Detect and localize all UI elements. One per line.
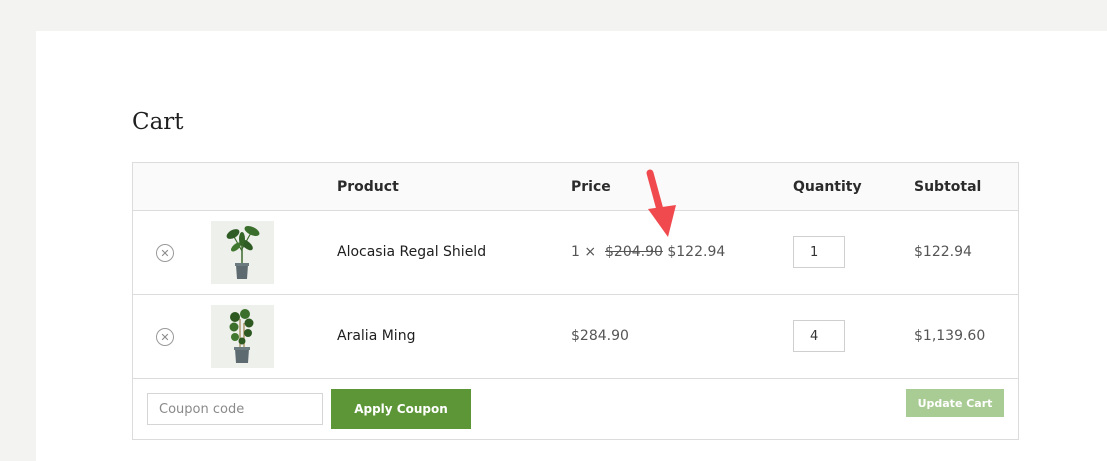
header-product: Product <box>337 179 399 195</box>
subtotal-value: $1,139.60 <box>914 328 986 344</box>
subtotal-value: $122.94 <box>914 244 972 260</box>
price-cell: $284.90 <box>571 328 629 344</box>
page-title: Cart <box>132 109 184 135</box>
header-subtotal: Subtotal <box>914 179 982 195</box>
cart-table: Product Price Quantity Subtotal ✕ Alocas… <box>132 162 1019 440</box>
header-quantity: Quantity <box>793 179 862 195</box>
product-thumbnail[interactable] <box>211 221 274 284</box>
sale-price: $122.94 <box>667 244 726 260</box>
price-quantity-prefix: 1 × <box>571 244 597 260</box>
product-name-link[interactable]: Alocasia Regal Shield <box>337 244 486 260</box>
original-price: $204.90 <box>605 244 663 260</box>
apply-coupon-button[interactable]: Apply Coupon <box>331 389 471 429</box>
product-name-link[interactable]: Aralia Ming <box>337 328 415 344</box>
quantity-input[interactable] <box>793 320 845 352</box>
header-price: Price <box>571 179 611 195</box>
price-cell: 1 × $204.90 $122.94 <box>571 244 725 260</box>
table-row: ✕ Alocasia Regal Shield 1 × $204.90 $122… <box>133 211 1018 295</box>
remove-item-icon[interactable]: ✕ <box>156 328 174 346</box>
table-row: ✕ Aralia Ming $284.90 $1,139.60 <box>133 295 1018 379</box>
table-header-row: Product Price Quantity Subtotal <box>133 163 1018 211</box>
plant-image <box>211 305 274 368</box>
update-cart-button[interactable]: Update Cart <box>906 389 1004 417</box>
quantity-input[interactable] <box>793 236 845 268</box>
coupon-code-input[interactable] <box>147 393 323 425</box>
plant-image <box>211 221 274 284</box>
remove-item-icon[interactable]: ✕ <box>156 244 174 262</box>
product-thumbnail[interactable] <box>211 305 274 368</box>
cart-actions-row: Apply Coupon Update Cart <box>133 379 1018 439</box>
